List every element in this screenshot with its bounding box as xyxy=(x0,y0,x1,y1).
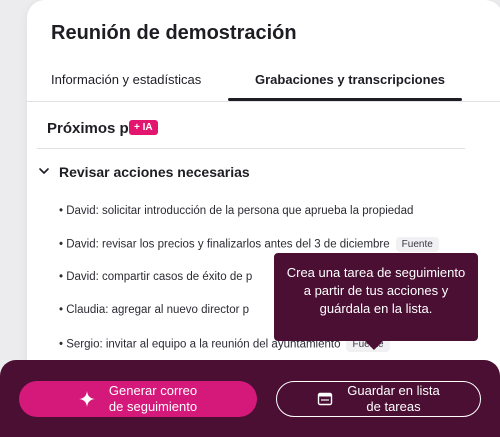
list-item-text: • David: revisar los precios y finalizar… xyxy=(59,238,390,251)
button-label-line: de seguimiento xyxy=(108,399,198,414)
list-item: • David: solicitar introducción de la pe… xyxy=(59,205,413,217)
button-label-line: Generar correo xyxy=(108,383,198,398)
tab-bar: Información y estadísticas Grabaciones y… xyxy=(27,60,500,102)
tab-info-stats[interactable]: Información y estadísticas xyxy=(51,72,201,87)
tooltip-arrow xyxy=(364,340,384,350)
list-window-icon xyxy=(318,392,333,406)
list-item-text: • David: solicitar introducción de la pe… xyxy=(59,205,414,217)
list-item-text: • David: compartir casos de éxito de p xyxy=(59,271,253,283)
source-chip[interactable]: Fuente xyxy=(395,237,439,252)
list-item: • Claudia: agregar al nuevo director p xyxy=(59,304,249,316)
list-item-text: • Claudia: agregar al nuevo director p xyxy=(59,304,250,316)
button-label-line: Guardar en lista xyxy=(347,383,440,398)
sparkle-icon xyxy=(78,391,95,407)
page-title: Reunión de demostración xyxy=(51,22,297,44)
action-footer: Generar correo de seguimiento Guardar en… xyxy=(0,360,500,437)
list-item: • David: revisar los precios y finalizar… xyxy=(59,237,439,252)
next-steps-title: Próximos pa xyxy=(47,120,138,137)
tab-recordings-transcripts[interactable]: Grabaciones y transcripciones xyxy=(255,72,445,87)
generate-followup-email-label: Generar correo de seguimiento xyxy=(109,383,197,415)
ai-badge: + IA xyxy=(129,120,158,135)
active-tab-indicator xyxy=(228,98,462,101)
divider xyxy=(37,148,465,149)
chevron-down-icon[interactable] xyxy=(38,165,50,177)
save-to-task-list-button[interactable]: Guardar en lista de tareas xyxy=(276,381,481,417)
tooltip: Crea una tarea de seguimiento a partir d… xyxy=(274,253,478,341)
generate-followup-email-button[interactable]: Generar correo de seguimiento xyxy=(19,381,257,417)
action-group-title[interactable]: Revisar acciones necesarias xyxy=(59,164,250,180)
save-to-task-list-label: Guardar en lista de tareas xyxy=(347,383,440,415)
list-item: • David: compartir casos de éxito de p xyxy=(59,271,252,283)
button-label-line: de tareas xyxy=(366,399,421,414)
